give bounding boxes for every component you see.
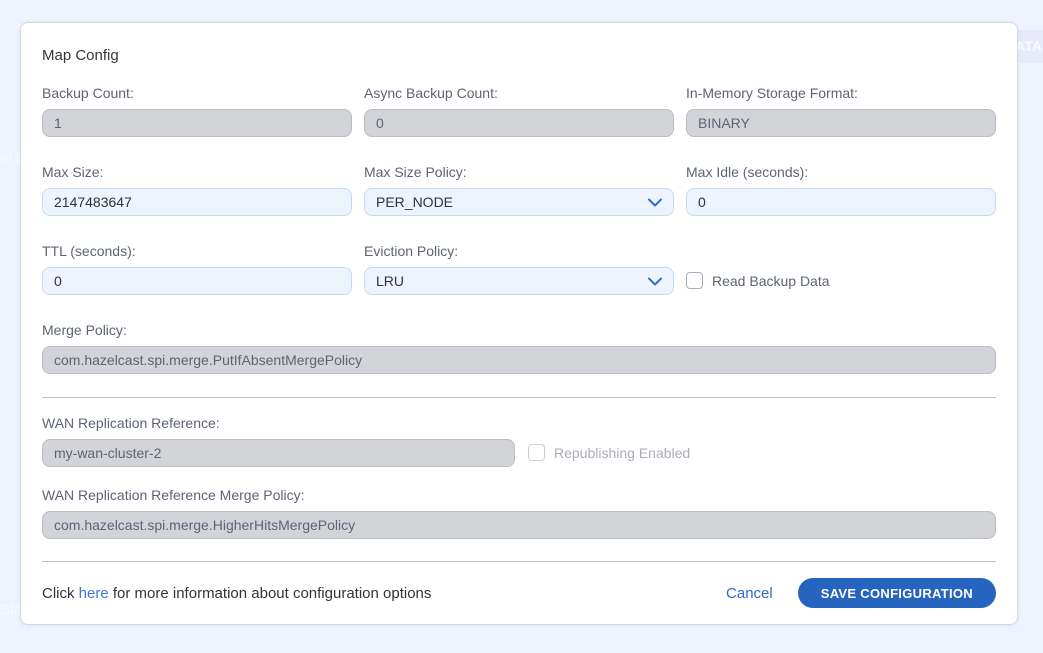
republishing-enabled-label: Republishing Enabled xyxy=(554,445,690,461)
form-row-merge-policy: Merge Policy: xyxy=(42,322,996,374)
map-config-dialog: Map Config Backup Count: Async Backup Co… xyxy=(20,22,1018,625)
checkbox-icon xyxy=(686,272,703,289)
field-backup-count: Backup Count: xyxy=(42,85,352,137)
wan-replication-reference-input xyxy=(42,439,515,467)
chevron-down-icon xyxy=(648,277,662,286)
async-backup-count-input xyxy=(364,109,674,137)
form-row-3: TTL (seconds): Eviction Policy: LRU Read… xyxy=(42,243,996,295)
section-divider xyxy=(42,397,996,398)
field-async-backup-count: Async Backup Count: xyxy=(364,85,674,137)
cancel-button[interactable]: Cancel xyxy=(726,585,773,602)
field-ttl: TTL (seconds): xyxy=(42,243,352,295)
field-max-size-policy: Max Size Policy: PER_NODE xyxy=(364,164,674,216)
backup-count-input xyxy=(42,109,352,137)
read-backup-data-label: Read Backup Data xyxy=(712,273,830,289)
more-info-link[interactable]: here xyxy=(79,585,109,602)
max-size-input[interactable] xyxy=(42,188,352,216)
ttl-label: TTL (seconds): xyxy=(42,243,352,259)
republishing-enabled-checkbox: Republishing Enabled xyxy=(528,444,690,461)
eviction-policy-value: LRU xyxy=(376,273,404,289)
async-backup-count-label: Async Backup Count: xyxy=(364,85,674,101)
dialog-footer: Click here for more information about co… xyxy=(42,562,996,624)
form-row-wan-merge-policy: WAN Replication Reference Merge Policy: xyxy=(42,487,996,539)
wan-replication-reference-label: WAN Replication Reference: xyxy=(42,415,515,431)
checkbox-icon xyxy=(528,444,545,461)
wan-merge-policy-label: WAN Replication Reference Merge Policy: xyxy=(42,487,996,503)
info-text: Click here for more information about co… xyxy=(42,585,431,602)
page-title: Map Config xyxy=(42,47,996,64)
form-row-1: Backup Count: Async Backup Count: In-Mem… xyxy=(42,85,996,137)
max-size-policy-label: Max Size Policy: xyxy=(364,164,674,180)
footer-actions: Cancel SAVE CONFIGURATION xyxy=(726,578,996,608)
in-memory-format-label: In-Memory Storage Format: xyxy=(686,85,996,101)
eviction-policy-label: Eviction Policy: xyxy=(364,243,674,259)
field-wan-replication-reference: WAN Replication Reference: xyxy=(42,415,515,467)
form-row-wan-reference: WAN Replication Reference: Republishing … xyxy=(42,415,996,467)
max-size-policy-value: PER_NODE xyxy=(376,194,453,210)
eviction-policy-select[interactable]: LRU xyxy=(364,267,674,295)
field-max-idle: Max Idle (seconds): xyxy=(686,164,996,216)
ttl-input[interactable] xyxy=(42,267,352,295)
in-memory-format-input xyxy=(686,109,996,137)
field-read-backup-data: Read Backup Data xyxy=(686,243,996,295)
info-text-prefix: Click xyxy=(42,585,79,602)
info-text-suffix: for more information about configuration… xyxy=(109,585,432,602)
max-idle-input[interactable] xyxy=(686,188,996,216)
field-eviction-policy: Eviction Policy: LRU xyxy=(364,243,674,295)
background-button-fragment xyxy=(1018,30,1043,63)
chevron-down-icon xyxy=(648,198,662,207)
form-row-2: Max Size: Max Size Policy: PER_NODE Max … xyxy=(42,164,996,216)
field-max-size: Max Size: xyxy=(42,164,352,216)
merge-policy-input xyxy=(42,346,996,374)
read-backup-data-checkbox[interactable]: Read Backup Data xyxy=(686,272,830,289)
wan-merge-policy-input xyxy=(42,511,996,539)
field-republishing-enabled: Republishing Enabled xyxy=(528,415,996,467)
max-size-label: Max Size: xyxy=(42,164,352,180)
backup-count-label: Backup Count: xyxy=(42,85,352,101)
max-idle-label: Max Idle (seconds): xyxy=(686,164,996,180)
merge-policy-label: Merge Policy: xyxy=(42,322,996,338)
max-size-policy-select[interactable]: PER_NODE xyxy=(364,188,674,216)
field-in-memory-format: In-Memory Storage Format: xyxy=(686,85,996,137)
save-configuration-button[interactable]: SAVE CONFIGURATION xyxy=(798,578,996,608)
